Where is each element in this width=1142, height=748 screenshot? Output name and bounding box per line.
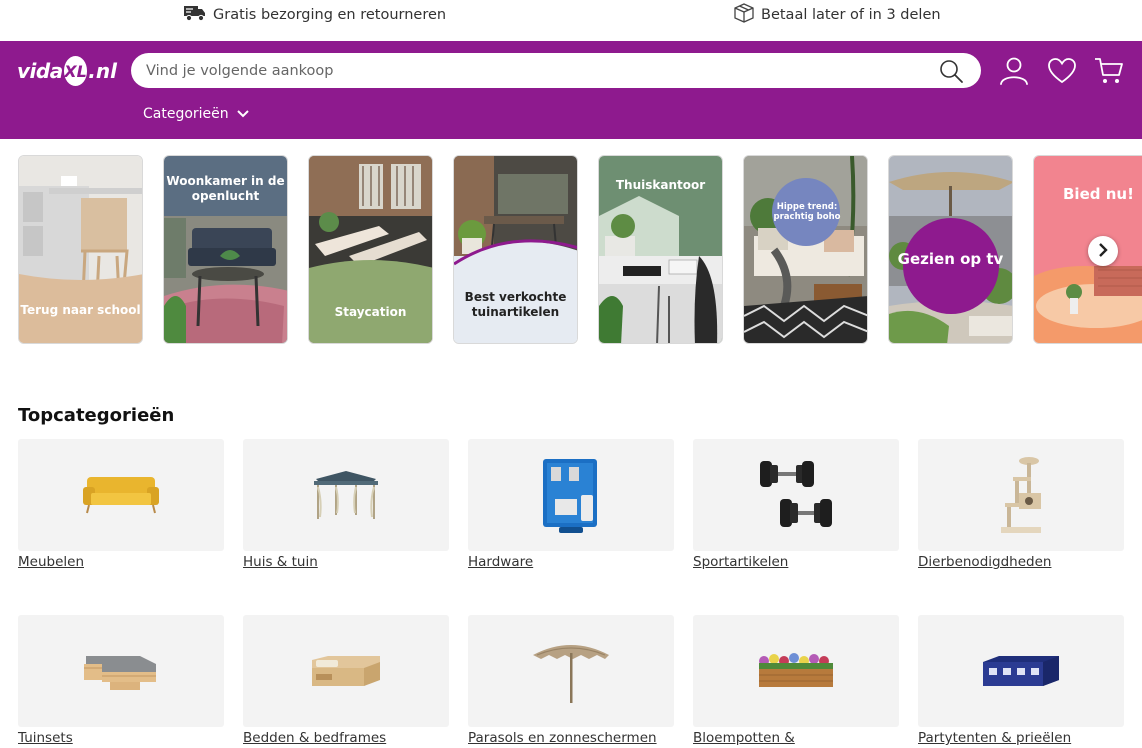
delivery-info: Gratis bezorging en retourneren: [183, 5, 446, 25]
banner-staycation[interactable]: Staycation: [308, 155, 433, 344]
category-sportartikelen[interactable]: Sportartikelen: [693, 439, 899, 570]
banner-label: Staycation: [334, 305, 407, 319]
category-label: Meubelen: [18, 554, 84, 570]
banner-label: Hippe trend: prachtig boho: [773, 202, 841, 222]
category-huis-en-tuin[interactable]: Huis & tuin: [243, 439, 449, 570]
category-image: [693, 615, 899, 727]
category-label: Bedden & bedframes: [243, 730, 387, 746]
category-image: [243, 439, 449, 551]
category-label: Bloempotten &: [693, 730, 795, 746]
banner-label: Gezien op tv: [897, 250, 1004, 268]
lounge-set-image: [84, 656, 156, 690]
banner-thuiskantoor[interactable]: Thuiskantoor: [598, 155, 723, 344]
banner-terug-naar-school[interactable]: Terug naar school: [18, 155, 143, 344]
search-input[interactable]: [146, 55, 916, 86]
category-parasols-en-zonneschermen[interactable]: Parasols en zonneschermen: [468, 615, 674, 746]
spray-gun-case-image: [543, 459, 597, 533]
top-info-bar: Gratis bezorging en retourneren Betaal l…: [0, 0, 1142, 40]
banner-woonkamer-in-de-openlucht[interactable]: Woonkamer in de openlucht: [163, 155, 288, 344]
banner-hippe-trend-boho[interactable]: Hippe trend: prachtig boho: [743, 155, 868, 344]
categories-label: Categorieën: [143, 106, 229, 122]
banner-label: Thuiskantoor: [615, 178, 706, 192]
chevron-right-icon: [1098, 242, 1108, 261]
chevron-down-icon: [229, 106, 249, 122]
category-label: Tuinsets: [18, 730, 73, 746]
category-label: Parasols en zonneschermen: [468, 730, 657, 746]
carousel-next-button[interactable]: [1088, 236, 1118, 266]
package-icon: [733, 3, 761, 27]
party-tent-image: [983, 656, 1059, 686]
sofa-image: [83, 477, 159, 514]
bed-frame-image: [312, 656, 380, 686]
vidaxl-logo[interactable]: vida XL .nl: [17, 53, 117, 89]
banner-label: Woonkamer in de openlucht: [166, 174, 285, 203]
category-hardware[interactable]: Hardware: [468, 439, 674, 570]
category-label: Dierbenodigdheden: [918, 554, 1052, 570]
category-image: [468, 439, 674, 551]
planter-image: [759, 653, 833, 687]
categories-menu-button[interactable]: Categorieën: [143, 106, 249, 122]
heart-icon[interactable]: [1046, 56, 1078, 86]
banner-image: [744, 156, 867, 343]
banner-gezien-op-tv[interactable]: Gezien op tv: [888, 155, 1013, 344]
category-image: [18, 439, 224, 551]
delivery-text: Gratis bezorging en retourneren: [213, 7, 447, 23]
cat-tree-image: [1001, 457, 1041, 533]
cart-icon[interactable]: [1093, 56, 1125, 86]
gazebo-image: [314, 471, 378, 519]
category-label: Sportartikelen: [693, 554, 789, 570]
banner-label: Best verkochte tuinartikelen: [464, 290, 567, 319]
top-categories-title: Topcategorieën: [18, 405, 175, 426]
parasol-image: [533, 645, 609, 703]
category-image: [918, 615, 1124, 727]
category-bloempotten[interactable]: Bloempotten &: [693, 615, 899, 746]
dumbbells-image: [760, 461, 832, 527]
category-meubelen[interactable]: Meubelen: [18, 439, 224, 570]
banner-label: Terug naar school: [20, 303, 141, 317]
truck-icon: [183, 4, 213, 26]
category-tuinsets[interactable]: Tuinsets: [18, 615, 224, 746]
banner-label: Bied nu!: [1063, 185, 1134, 203]
category-partytenten-en-prieelen[interactable]: Partytenten & prieëlen: [918, 615, 1124, 746]
banner-best-verkochte-tuinartikelen[interactable]: Best verkochte tuinartikelen: [453, 155, 578, 344]
search-bar: [131, 53, 981, 88]
site-header: vida XL .nl Categorieën: [0, 41, 1142, 139]
category-image: [693, 439, 899, 551]
category-label: Huis & tuin: [243, 554, 318, 570]
category-dierbenodigdheden[interactable]: Dierbenodigdheden: [918, 439, 1124, 570]
category-image: [18, 615, 224, 727]
category-image: [243, 615, 449, 727]
category-label: Partytenten & prieëlen: [918, 730, 1072, 746]
payment-info: Betaal later of in 3 delen: [733, 3, 941, 27]
category-image: [918, 439, 1124, 551]
category-label: Hardware: [468, 554, 534, 570]
category-bedden-en-bedframes[interactable]: Bedden & bedframes: [243, 615, 449, 746]
payment-text: Betaal later of in 3 delen: [761, 7, 941, 23]
promo-banner-carousel: Terug naar school Woonkamer in de openlu…: [18, 155, 1142, 345]
account-icon[interactable]: [998, 56, 1030, 86]
search-icon[interactable]: [938, 58, 964, 84]
category-image: [468, 615, 674, 727]
